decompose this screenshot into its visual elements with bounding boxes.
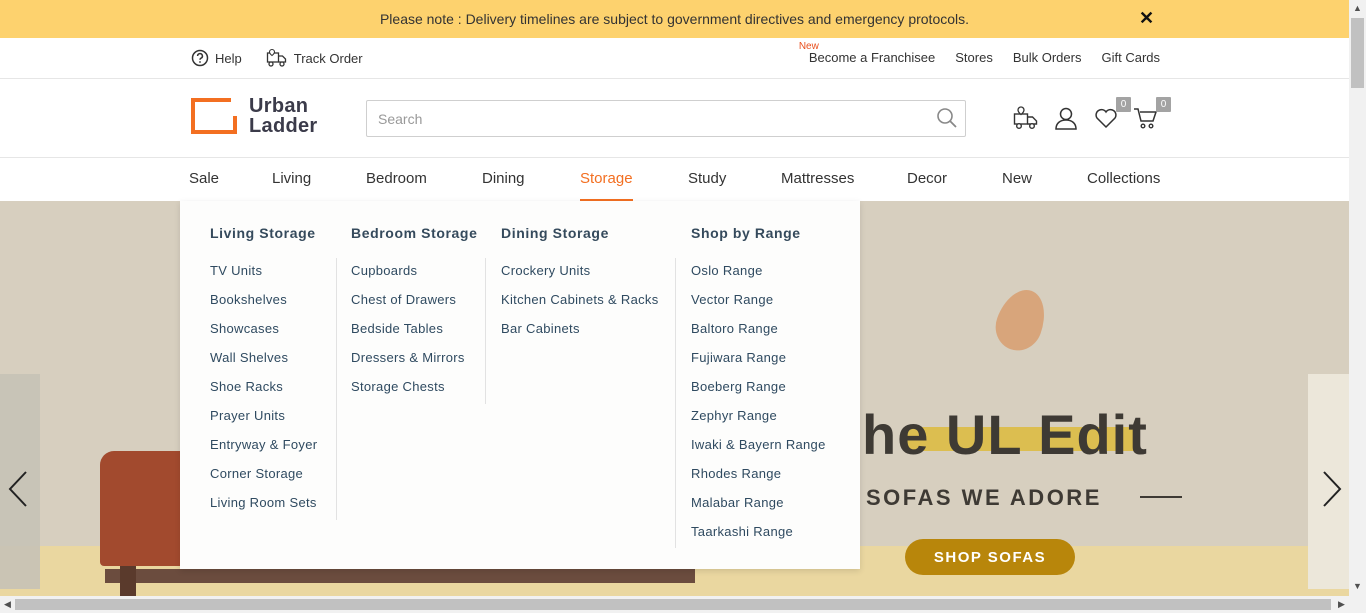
- page: Please note : Delivery timelines are sub…: [0, 0, 1366, 613]
- menu-item[interactable]: Living Room Sets: [210, 495, 317, 524]
- col-title-bedroom-storage[interactable]: Bedroom Storage: [351, 225, 477, 241]
- menu-item[interactable]: Wall Shelves: [210, 350, 317, 379]
- logo-mark: [191, 98, 237, 134]
- nav-bedroom[interactable]: Bedroom: [366, 170, 427, 187]
- search-icon[interactable]: [935, 106, 959, 130]
- announcement-bar: Please note : Delivery timelines are sub…: [0, 0, 1349, 38]
- nav-living[interactable]: Living: [272, 170, 311, 187]
- track-order-label: Track Order: [293, 50, 363, 66]
- menu-item[interactable]: Bedside Tables: [351, 321, 465, 350]
- horizontal-scroll-thumb[interactable]: [15, 599, 1331, 610]
- menu-item[interactable]: Kitchen Cabinets & Racks: [501, 292, 659, 321]
- menu-item[interactable]: Entryway & Foyer: [210, 437, 317, 466]
- shop-by-range-list: Oslo Range Vector Range Baltoro Range Fu…: [691, 263, 826, 553]
- dining-storage-list: Crockery Units Kitchen Cabinets & Racks …: [501, 263, 659, 350]
- menu-item[interactable]: Corner Storage: [210, 466, 317, 495]
- menu-item[interactable]: Prayer Units: [210, 408, 317, 437]
- nav-storage[interactable]: Storage: [580, 170, 633, 201]
- bedroom-storage-list: Cupboards Chest of Drawers Bedside Table…: [351, 263, 465, 408]
- menu-item[interactable]: Bar Cabinets: [501, 321, 659, 350]
- hero-dash: [1140, 496, 1182, 498]
- menu-item[interactable]: Zephyr Range: [691, 408, 826, 437]
- nav-new[interactable]: New: [1002, 170, 1032, 187]
- truck-icon: [266, 48, 286, 67]
- menu-item[interactable]: Shoe Racks: [210, 379, 317, 408]
- franchisee-label: Become a Franchisee: [808, 50, 936, 65]
- delivery-truck-icon[interactable]: [1013, 105, 1039, 131]
- column-divider: [485, 258, 486, 404]
- vertical-scroll-thumb[interactable]: [1351, 18, 1364, 88]
- menu-item[interactable]: TV Units: [210, 263, 317, 292]
- nav-mattresses[interactable]: Mattresses: [781, 170, 854, 187]
- search-box: [366, 100, 966, 137]
- hero-subline: SOFAS WE ADORE: [866, 485, 1102, 510]
- menu-item[interactable]: Showcases: [210, 321, 317, 350]
- menu-item[interactable]: Crockery Units: [501, 263, 659, 292]
- main-nav: Sale Living Bedroom Dining Storage Study…: [0, 158, 1349, 201]
- storage-mega-menu: Living Storage TV Units Bookshelves Show…: [180, 201, 860, 569]
- announcement-text: Please note : Delivery timelines are sub…: [379, 11, 970, 27]
- menu-item[interactable]: Baltoro Range: [691, 321, 826, 350]
- wishlist-heart-icon[interactable]: 0: [1093, 97, 1131, 131]
- vertical-scrollbar[interactable]: ▲ ▼: [1349, 0, 1366, 613]
- utility-bar: Help Track Order New Become a Franchisee …: [0, 38, 1349, 79]
- menu-item[interactable]: Taarkashi Range: [691, 524, 826, 553]
- menu-item[interactable]: Iwaki & Bayern Range: [691, 437, 826, 466]
- chevron-left-icon[interactable]: [6, 469, 30, 509]
- scroll-up-arrow-icon[interactable]: ▲: [1353, 3, 1362, 13]
- column-divider: [336, 258, 337, 520]
- menu-item[interactable]: Malabar Range: [691, 495, 826, 524]
- menu-item[interactable]: Vector Range: [691, 292, 826, 321]
- col-title-living-storage[interactable]: Living Storage: [210, 225, 316, 241]
- shop-sofas-button[interactable]: SHOP SOFAS: [905, 539, 1075, 575]
- nav-sale[interactable]: Sale: [189, 170, 219, 187]
- logo[interactable]: Urban Ladder: [191, 96, 317, 136]
- menu-item[interactable]: Bookshelves: [210, 292, 317, 321]
- menu-item[interactable]: Fujiwara Range: [691, 350, 826, 379]
- logo-text-ladder: Ladder: [249, 115, 318, 137]
- sofa-leg-illustration: [120, 566, 136, 596]
- chevron-right-icon[interactable]: [1320, 469, 1344, 509]
- scroll-left-arrow-icon[interactable]: ◀: [4, 599, 11, 610]
- nav-collections[interactable]: Collections: [1087, 170, 1160, 187]
- menu-item[interactable]: Dressers & Mirrors: [351, 350, 465, 379]
- nav-decor[interactable]: Decor: [907, 170, 947, 187]
- col-title-dining-storage[interactable]: Dining Storage: [501, 225, 609, 241]
- menu-item[interactable]: Oslo Range: [691, 263, 826, 292]
- sofa-base-illustration: [105, 569, 695, 583]
- hero-headline: he UL Edit: [862, 403, 1148, 466]
- menu-item[interactable]: Storage Chests: [351, 379, 465, 408]
- nav-study[interactable]: Study: [688, 170, 726, 187]
- track-order-link[interactable]: Track Order: [266, 48, 363, 68]
- living-storage-list: TV Units Bookshelves Showcases Wall Shel…: [210, 263, 317, 524]
- site-header: Urban Ladder 0 0: [0, 79, 1349, 158]
- profile-icon[interactable]: [1053, 105, 1079, 131]
- menu-item[interactable]: Chest of Drawers: [351, 292, 465, 321]
- logo-text-urban: Urban: [249, 95, 309, 117]
- stores-link[interactable]: Stores: [955, 50, 993, 65]
- become-franchisee-link[interactable]: New Become a Franchisee: [799, 41, 936, 65]
- close-icon[interactable]: ✕: [1139, 9, 1155, 27]
- help-label: Help: [215, 50, 242, 66]
- leaf-illustration: [988, 283, 1054, 357]
- scroll-right-arrow-icon[interactable]: ▶: [1338, 599, 1345, 610]
- menu-item[interactable]: Boeberg Range: [691, 379, 826, 408]
- scroll-down-arrow-icon[interactable]: ▼: [1353, 581, 1362, 591]
- menu-item[interactable]: Rhodes Range: [691, 466, 826, 495]
- cart-count-badge: 0: [1156, 97, 1171, 112]
- menu-item[interactable]: Cupboards: [351, 263, 465, 292]
- wishlist-count-badge: 0: [1116, 97, 1131, 112]
- search-input[interactable]: [367, 101, 907, 136]
- bulk-orders-link[interactable]: Bulk Orders: [1013, 50, 1082, 65]
- horizontal-scrollbar[interactable]: ◀ ▶: [0, 596, 1349, 613]
- help-link[interactable]: Help: [191, 49, 242, 67]
- help-icon: [191, 49, 209, 67]
- col-title-shop-by-range[interactable]: Shop by Range: [691, 225, 801, 241]
- gift-cards-link[interactable]: Gift Cards: [1101, 50, 1160, 65]
- nav-dining[interactable]: Dining: [482, 170, 525, 187]
- column-divider: [675, 258, 676, 548]
- cart-icon[interactable]: 0: [1133, 97, 1171, 131]
